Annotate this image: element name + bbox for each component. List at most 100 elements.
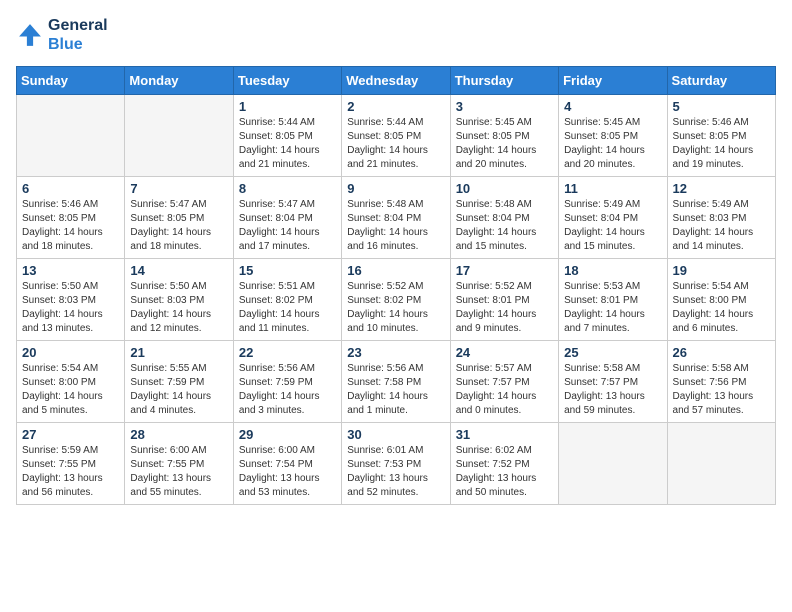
calendar-week-row: 6 Sunrise: 5:46 AM Sunset: 8:05 PM Daylig…: [17, 177, 776, 259]
day-number: 11: [564, 181, 661, 196]
calendar-header-row: SundayMondayTuesdayWednesdayThursdayFrid…: [17, 67, 776, 95]
cell-content: Sunrise: 5:46 AM Sunset: 8:05 PM Dayligh…: [673, 116, 770, 172]
cell-content: Sunrise: 5:47 AM Sunset: 8:04 PM Dayligh…: [239, 198, 336, 254]
day-number: 8: [239, 181, 336, 196]
cell-content: Sunrise: 5:51 AM Sunset: 8:02 PM Dayligh…: [239, 280, 336, 336]
cell-content: Sunrise: 5:57 AM Sunset: 7:57 PM Dayligh…: [456, 362, 553, 418]
calendar-cell: 20 Sunrise: 5:54 AM Sunset: 8:00 PM Dayli…: [17, 341, 125, 423]
cell-content: Sunrise: 5:52 AM Sunset: 8:01 PM Dayligh…: [456, 280, 553, 336]
day-number: 16: [347, 263, 444, 278]
day-number: 27: [22, 427, 119, 442]
calendar-cell: 9 Sunrise: 5:48 AM Sunset: 8:04 PM Daylig…: [342, 177, 450, 259]
cell-content: Sunrise: 5:47 AM Sunset: 8:05 PM Dayligh…: [130, 198, 227, 254]
cell-content: Sunrise: 5:44 AM Sunset: 8:05 PM Dayligh…: [239, 116, 336, 172]
weekday-header: Saturday: [667, 67, 775, 95]
calendar-cell: 3 Sunrise: 5:45 AM Sunset: 8:05 PM Daylig…: [450, 95, 558, 177]
calendar-cell: 12 Sunrise: 5:49 AM Sunset: 8:03 PM Dayli…: [667, 177, 775, 259]
day-number: 17: [456, 263, 553, 278]
cell-content: Sunrise: 6:02 AM Sunset: 7:52 PM Dayligh…: [456, 444, 553, 500]
cell-content: Sunrise: 5:50 AM Sunset: 8:03 PM Dayligh…: [130, 280, 227, 336]
day-number: 12: [673, 181, 770, 196]
calendar-cell: [667, 423, 775, 505]
calendar-cell: 19 Sunrise: 5:54 AM Sunset: 8:00 PM Dayli…: [667, 259, 775, 341]
calendar-week-row: 13 Sunrise: 5:50 AM Sunset: 8:03 PM Dayli…: [17, 259, 776, 341]
day-number: 22: [239, 345, 336, 360]
calendar-cell: 1 Sunrise: 5:44 AM Sunset: 8:05 PM Daylig…: [233, 95, 341, 177]
calendar-cell: 7 Sunrise: 5:47 AM Sunset: 8:05 PM Daylig…: [125, 177, 233, 259]
calendar-cell: 21Sunrise: 5:55 AM Sunset: 7:59 PM Dayli…: [125, 341, 233, 423]
day-number: 29: [239, 427, 336, 442]
calendar-cell: 13 Sunrise: 5:50 AM Sunset: 8:03 PM Dayli…: [17, 259, 125, 341]
day-number: 9: [347, 181, 444, 196]
calendar-cell: 4 Sunrise: 5:45 AM Sunset: 8:05 PM Daylig…: [559, 95, 667, 177]
calendar-cell: 30Sunrise: 6:01 AM Sunset: 7:53 PM Dayli…: [342, 423, 450, 505]
weekday-header: Thursday: [450, 67, 558, 95]
cell-content: Sunrise: 5:49 AM Sunset: 8:03 PM Dayligh…: [673, 198, 770, 254]
day-number: 1: [239, 99, 336, 114]
cell-content: Sunrise: 5:45 AM Sunset: 8:05 PM Dayligh…: [456, 116, 553, 172]
cell-content: Sunrise: 6:01 AM Sunset: 7:53 PM Dayligh…: [347, 444, 444, 500]
day-number: 2: [347, 99, 444, 114]
day-number: 7: [130, 181, 227, 196]
day-number: 10: [456, 181, 553, 196]
weekday-header: Tuesday: [233, 67, 341, 95]
calendar-cell: [17, 95, 125, 177]
calendar-table: SundayMondayTuesdayWednesdayThursdayFrid…: [16, 66, 776, 505]
cell-content: Sunrise: 5:49 AM Sunset: 8:04 PM Dayligh…: [564, 198, 661, 254]
day-number: 31: [456, 427, 553, 442]
cell-content: Sunrise: 5:48 AM Sunset: 8:04 PM Dayligh…: [347, 198, 444, 254]
calendar-cell: 16 Sunrise: 5:52 AM Sunset: 8:02 PM Dayli…: [342, 259, 450, 341]
weekday-header: Wednesday: [342, 67, 450, 95]
calendar-cell: 14 Sunrise: 5:50 AM Sunset: 8:03 PM Dayli…: [125, 259, 233, 341]
cell-content: Sunrise: 5:50 AM Sunset: 8:03 PM Dayligh…: [22, 280, 119, 336]
cell-content: Sunrise: 5:58 AM Sunset: 7:57 PM Dayligh…: [564, 362, 661, 418]
day-number: 4: [564, 99, 661, 114]
cell-content: Sunrise: 5:44 AM Sunset: 8:05 PM Dayligh…: [347, 116, 444, 172]
cell-content: Sunrise: 5:56 AM Sunset: 7:59 PM Dayligh…: [239, 362, 336, 418]
calendar-week-row: 27 Sunrise: 5:59 AM Sunset: 7:55 PM Dayli…: [17, 423, 776, 505]
calendar-cell: 5 Sunrise: 5:46 AM Sunset: 8:05 PM Daylig…: [667, 95, 775, 177]
day-number: 14: [130, 263, 227, 278]
logo-text: General Blue: [48, 16, 108, 54]
calendar-cell: 29Sunrise: 6:00 AM Sunset: 7:54 PM Dayli…: [233, 423, 341, 505]
cell-content: Sunrise: 5:45 AM Sunset: 8:05 PM Dayligh…: [564, 116, 661, 172]
cell-content: Sunrise: 5:52 AM Sunset: 8:02 PM Dayligh…: [347, 280, 444, 336]
calendar-cell: 11 Sunrise: 5:49 AM Sunset: 8:04 PM Dayli…: [559, 177, 667, 259]
day-number: 5: [673, 99, 770, 114]
logo: General Blue: [16, 16, 108, 54]
day-number: 28: [130, 427, 227, 442]
cell-content: Sunrise: 5:56 AM Sunset: 7:58 PM Dayligh…: [347, 362, 444, 418]
cell-content: Sunrise: 5:59 AM Sunset: 7:55 PM Dayligh…: [22, 444, 119, 500]
weekday-header: Monday: [125, 67, 233, 95]
calendar-cell: 8 Sunrise: 5:47 AM Sunset: 8:04 PM Daylig…: [233, 177, 341, 259]
day-number: 6: [22, 181, 119, 196]
weekday-header: Friday: [559, 67, 667, 95]
logo-icon: [16, 21, 44, 49]
day-number: 15: [239, 263, 336, 278]
calendar-cell: 17 Sunrise: 5:52 AM Sunset: 8:01 PM Dayli…: [450, 259, 558, 341]
cell-content: Sunrise: 5:58 AM Sunset: 7:56 PM Dayligh…: [673, 362, 770, 418]
day-number: 23: [347, 345, 444, 360]
calendar-cell: [559, 423, 667, 505]
day-number: 26: [673, 345, 770, 360]
cell-content: Sunrise: 5:54 AM Sunset: 8:00 PM Dayligh…: [673, 280, 770, 336]
day-number: 19: [673, 263, 770, 278]
day-number: 25: [564, 345, 661, 360]
calendar-cell: 2 Sunrise: 5:44 AM Sunset: 8:05 PM Daylig…: [342, 95, 450, 177]
cell-content: Sunrise: 6:00 AM Sunset: 7:55 PM Dayligh…: [130, 444, 227, 500]
cell-content: Sunrise: 5:54 AM Sunset: 8:00 PM Dayligh…: [22, 362, 119, 418]
day-number: 18: [564, 263, 661, 278]
calendar-cell: 24 Sunrise: 5:57 AM Sunset: 7:57 PM Dayli…: [450, 341, 558, 423]
calendar-cell: 15 Sunrise: 5:51 AM Sunset: 8:02 PM Dayli…: [233, 259, 341, 341]
calendar-cell: 6 Sunrise: 5:46 AM Sunset: 8:05 PM Daylig…: [17, 177, 125, 259]
cell-content: Sunrise: 5:46 AM Sunset: 8:05 PM Dayligh…: [22, 198, 119, 254]
day-number: 20: [22, 345, 119, 360]
calendar-cell: 25 Sunrise: 5:58 AM Sunset: 7:57 PM Dayli…: [559, 341, 667, 423]
calendar-cell: 27 Sunrise: 5:59 AM Sunset: 7:55 PM Dayli…: [17, 423, 125, 505]
day-number: 24: [456, 345, 553, 360]
calendar-cell: 23 Sunrise: 5:56 AM Sunset: 7:58 PM Dayli…: [342, 341, 450, 423]
calendar-cell: 22 Sunrise: 5:56 AM Sunset: 7:59 PM Dayli…: [233, 341, 341, 423]
day-number: 3: [456, 99, 553, 114]
calendar-cell: 26 Sunrise: 5:58 AM Sunset: 7:56 PM Dayli…: [667, 341, 775, 423]
day-number: 13: [22, 263, 119, 278]
